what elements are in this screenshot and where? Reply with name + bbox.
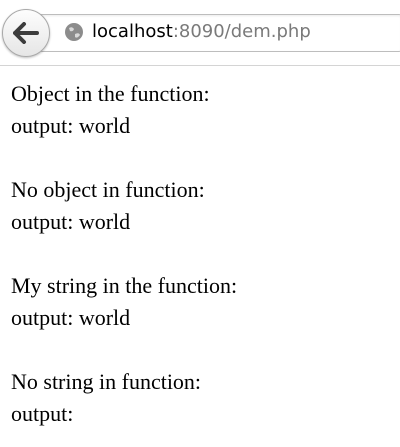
heading-object-in-function: Object in the function: — [11, 81, 210, 106]
output-line: output: world — [11, 209, 131, 234]
output-line: output: world — [11, 305, 131, 330]
url-text[interactable]: localhost:8090/dem.php — [92, 20, 311, 44]
page-content: Object in the function: output: world No… — [11, 78, 396, 430]
url-path: :8090/dem.php — [172, 21, 311, 42]
heading-string-in-function: My string in the function: — [11, 273, 238, 298]
back-arrow-icon — [13, 22, 39, 44]
heading-no-object-in-function: No object in function: — [11, 177, 205, 202]
back-button[interactable] — [2, 9, 50, 57]
heading-no-string-in-function: No string in function: — [11, 369, 202, 394]
browser-toolbar: localhost:8090/dem.php — [0, 0, 400, 66]
output-line: output: — [11, 401, 74, 426]
globe-icon — [64, 22, 84, 42]
url-host: localhost — [92, 21, 173, 42]
output-line: output: world — [11, 113, 131, 138]
